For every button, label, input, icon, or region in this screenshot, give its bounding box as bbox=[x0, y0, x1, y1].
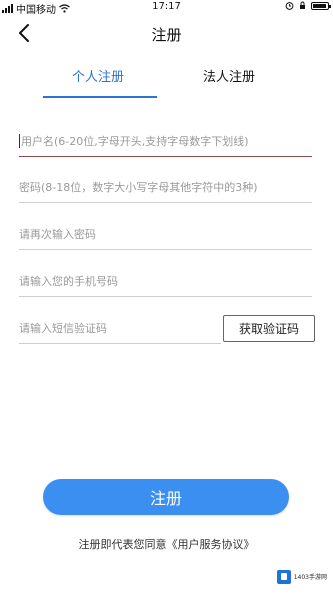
sms-code-input[interactable] bbox=[19, 315, 221, 341]
status-right bbox=[285, 1, 331, 10]
username-input[interactable] bbox=[19, 128, 314, 154]
confirm-password-input[interactable] bbox=[19, 221, 312, 247]
watermark-logo-icon bbox=[276, 570, 291, 584]
status-bar: 中国移动 17:17 bbox=[0, 0, 333, 16]
user-agreement-link[interactable]: 《用户服务协议》 bbox=[167, 538, 255, 551]
register-button[interactable]: 注册 bbox=[43, 479, 289, 515]
tab-bar: 个人注册 法人注册 bbox=[0, 58, 333, 98]
password-input[interactable] bbox=[19, 174, 312, 200]
phone-field-wrapper bbox=[19, 268, 312, 297]
get-code-button[interactable]: 获取验证码 bbox=[223, 315, 315, 342]
confirm-password-field-wrapper bbox=[19, 221, 312, 250]
alarm-icon bbox=[285, 2, 294, 10]
page-title: 注册 bbox=[151, 26, 182, 44]
agreement-prefix: 注册即代表您同意 bbox=[78, 538, 167, 551]
username-field-wrapper bbox=[19, 128, 314, 157]
sms-code-field-wrapper bbox=[19, 315, 221, 344]
active-tab-indicator bbox=[43, 96, 157, 98]
status-time: 17:17 bbox=[152, 1, 181, 12]
tab-personal-register[interactable]: 个人注册 bbox=[72, 66, 124, 85]
watermark-text: 1403手游网 bbox=[293, 573, 327, 581]
lock-rotation-icon bbox=[300, 1, 305, 9]
header: 注册 bbox=[0, 14, 333, 52]
watermark: 1403手游网 bbox=[276, 570, 327, 584]
password-field-wrapper bbox=[19, 174, 312, 203]
battery-icon bbox=[311, 1, 331, 10]
tab-corporate-register[interactable]: 法人注册 bbox=[203, 66, 255, 85]
phone-input[interactable] bbox=[19, 268, 312, 294]
agreement-text: 注册即代表您同意《用户服务协议》 bbox=[0, 536, 333, 552]
